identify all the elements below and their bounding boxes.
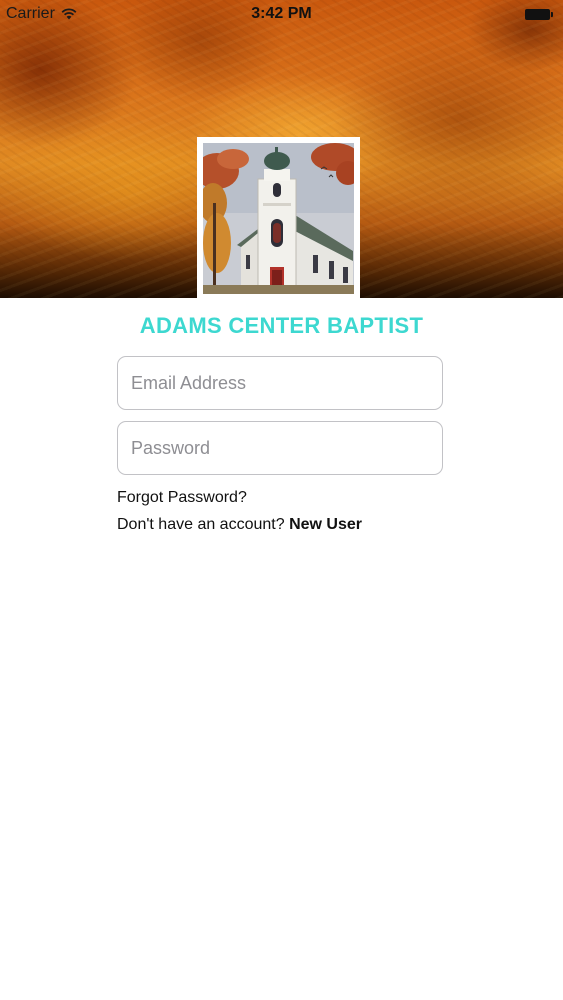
church-painting-image	[203, 143, 354, 294]
church-name-title: ADAMS CENTER BAPTIST	[139, 313, 424, 338]
email-field[interactable]	[117, 356, 443, 410]
forgot-password-link[interactable]: Forgot Password?	[117, 489, 247, 507]
signup-row: Don't have an account? New User	[117, 516, 362, 534]
church-image-frame	[197, 137, 360, 300]
login-screen: Carrier 3:42 PM ADAMS CENTER BAPTIST Ema…	[0, 0, 563, 1000]
battery-icon	[525, 8, 553, 20]
new-user-link[interactable]: New User	[289, 516, 362, 533]
password-field[interactable]	[117, 421, 443, 475]
status-bar: Carrier 3:42 PM	[0, 0, 563, 30]
no-account-text: Don't have an account?	[117, 516, 290, 533]
clock: 3:42 PM	[251, 5, 312, 22]
